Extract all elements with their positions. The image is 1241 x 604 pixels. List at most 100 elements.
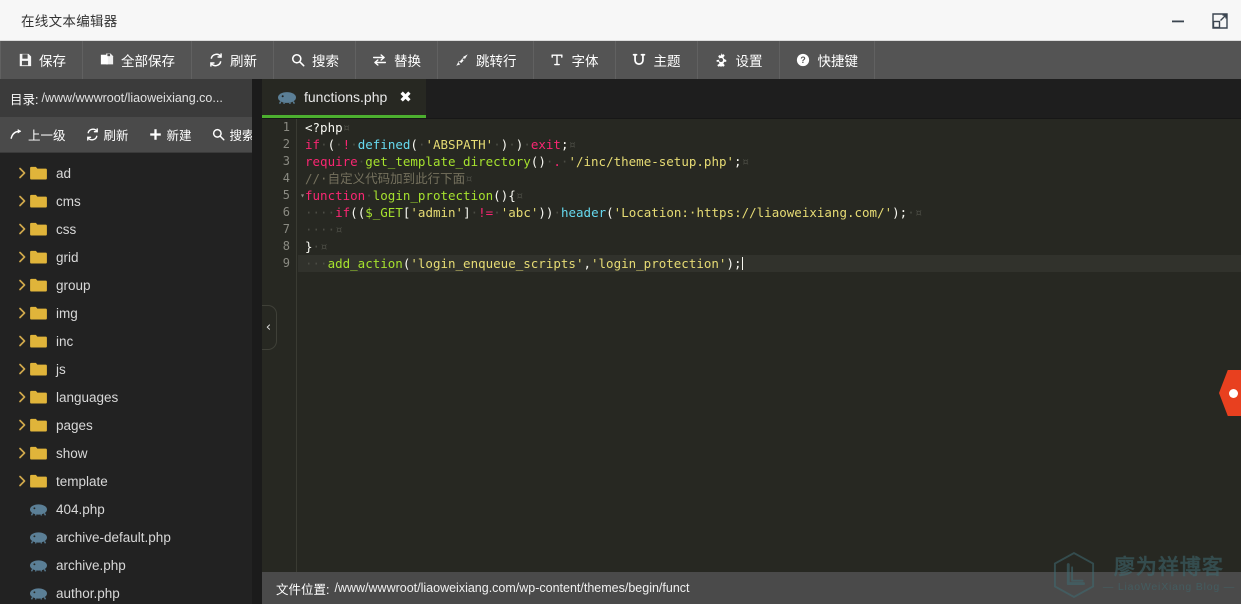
- tree-item-img[interactable]: img: [0, 299, 262, 327]
- folder-icon: [30, 194, 52, 208]
- chevron-right-icon[interactable]: [14, 419, 30, 431]
- tree-item-label: template: [56, 473, 108, 489]
- directory-path[interactable]: /www/wwwroot/liaoweixiang.co...: [41, 91, 222, 105]
- line-number: 5 ▾: [262, 187, 305, 204]
- tree-item-404-php[interactable]: 404.php: [0, 495, 262, 523]
- code-line-7: ····¤: [305, 222, 343, 237]
- tree-new-label: 新建: [166, 129, 192, 143]
- tree-item-label: inc: [56, 333, 74, 349]
- toolbar-replace-button[interactable]: 替换: [356, 41, 438, 79]
- tree-item-pages[interactable]: pages: [0, 411, 262, 439]
- folder-icon: [30, 446, 52, 460]
- tree-item-label: show: [56, 445, 88, 461]
- chevron-right-icon[interactable]: [14, 279, 30, 291]
- toolbar-font-button[interactable]: 字体: [534, 41, 616, 79]
- tree-item-author-php[interactable]: author.php: [0, 579, 262, 604]
- status-file-location-label: 文件位置:: [276, 582, 330, 597]
- line-number: 8: [282, 239, 290, 253]
- tree-item-label: js: [56, 361, 66, 377]
- tree-item-js[interactable]: js: [0, 355, 262, 383]
- toolbar-shortcuts-button[interactable]: ? 快捷键: [780, 41, 875, 79]
- save-icon: [17, 53, 32, 68]
- chevron-right-icon[interactable]: [14, 447, 30, 459]
- line-number: 2: [282, 137, 290, 151]
- tree-item-archive-php[interactable]: archive.php: [0, 551, 262, 579]
- chevron-right-icon[interactable]: [14, 307, 30, 319]
- text-caret: [741, 257, 743, 270]
- line-number-text: 5: [282, 188, 290, 202]
- window-controls: [1165, 0, 1233, 41]
- tree-item-template[interactable]: template: [0, 467, 262, 495]
- tree-item-cms[interactable]: cms: [0, 187, 262, 215]
- php-icon: [30, 503, 52, 516]
- tree-refresh-button[interactable]: 刷新: [76, 117, 139, 153]
- sidebar-collapse-toggle[interactable]: ‹: [262, 305, 277, 350]
- tree-item-label: cms: [56, 193, 81, 209]
- tab-label: functions.php: [304, 89, 388, 105]
- code-line-6: ····if(($_GET['admin']·!=·'abc'))·header…: [305, 205, 923, 220]
- php-icon: [278, 90, 296, 104]
- tree-item-languages[interactable]: languages: [0, 383, 262, 411]
- tree-item-grid[interactable]: grid: [0, 243, 262, 271]
- toolbar-save-label: 保存: [39, 54, 66, 69]
- chevron-right-icon[interactable]: [14, 335, 30, 347]
- tree-new-button[interactable]: 新建: [139, 117, 202, 153]
- folder-icon: [30, 278, 52, 292]
- toolbar-theme-button[interactable]: 主题: [616, 41, 698, 79]
- folder-icon: [30, 250, 52, 264]
- line-number: 9: [282, 256, 290, 270]
- chevron-right-icon[interactable]: [14, 251, 30, 263]
- folder-icon: [30, 474, 52, 488]
- line-number: 1: [282, 120, 290, 134]
- directory-label: 目录:: [10, 92, 39, 107]
- tree-search-label: 搜索: [229, 129, 255, 143]
- tab-functions-php[interactable]: functions.php ✖: [262, 79, 426, 118]
- editor-app: 在线文本编辑器 保存 全部保存 刷新 搜索 替换 跳转行 字体 主题 设置 ? …: [0, 0, 1241, 604]
- tree-item-css[interactable]: css: [0, 215, 262, 243]
- chevron-right-icon[interactable]: [14, 363, 30, 375]
- tree-item-group[interactable]: group: [0, 271, 262, 299]
- chevron-right-icon[interactable]: [14, 223, 30, 235]
- toolbar-refresh-button[interactable]: 刷新: [192, 41, 274, 79]
- toolbar-goto-line-button[interactable]: 跳转行: [438, 41, 534, 79]
- chevron-right-icon[interactable]: [14, 391, 30, 403]
- toolbar-save-button[interactable]: 保存: [0, 41, 83, 79]
- toolbar-save-all-button[interactable]: 全部保存: [83, 41, 192, 79]
- tree-up-level-label: 上一级: [28, 129, 66, 143]
- toolbar-font-label: 字体: [571, 54, 599, 69]
- toolbar-search-label: 搜索: [312, 54, 339, 69]
- maximize-button[interactable]: [1207, 8, 1233, 34]
- tree-item-inc[interactable]: inc: [0, 327, 262, 355]
- tree-item-archive-default-php[interactable]: archive-default.php: [0, 523, 262, 551]
- directory-bar: 目录: /www/wwwroot/liaoweixiang.co...: [0, 79, 262, 117]
- folder-icon: [30, 166, 52, 180]
- folder-icon: [30, 362, 52, 376]
- toolbar-settings-button[interactable]: 设置: [698, 41, 780, 79]
- tree-up-level-button[interactable]: 上一级: [0, 117, 76, 153]
- toolbar-settings-label: 设置: [735, 54, 763, 69]
- php-icon: [30, 587, 52, 600]
- toolbar-replace-label: 替换: [394, 54, 421, 69]
- window-title: 在线文本编辑器: [21, 14, 118, 29]
- toolbar-search-button[interactable]: 搜索: [274, 41, 356, 79]
- tree-item-show[interactable]: show: [0, 439, 262, 467]
- toolbar-save-all-label: 全部保存: [121, 54, 175, 69]
- chevron-right-icon[interactable]: [14, 195, 30, 207]
- search-icon: [212, 128, 225, 141]
- tree-item-label: languages: [56, 389, 119, 405]
- tree-item-ad[interactable]: ad: [0, 159, 262, 187]
- svg-text:?: ?: [800, 55, 805, 65]
- code-editor[interactable]: 1 2 3 4 5 ▾ 6 7 8 9 <?php¤ if·(·!·define…: [262, 119, 1241, 604]
- minimize-button[interactable]: [1165, 8, 1191, 34]
- file-tree[interactable]: ad cms css grid group img inc js languag…: [0, 153, 262, 604]
- line-number: 6: [282, 205, 290, 219]
- status-file-location-value: /www/wwwroot/liaoweixiang.com/wp-content…: [334, 581, 690, 595]
- sidebar-scrollbar-track[interactable]: [252, 79, 262, 604]
- chevron-right-icon[interactable]: [14, 167, 30, 179]
- tree-item-label: archive-default.php: [56, 529, 171, 545]
- chevron-right-icon[interactable]: [14, 475, 30, 487]
- toolbar-refresh-label: 刷新: [230, 54, 257, 69]
- close-icon[interactable]: ✖: [399, 90, 412, 105]
- code-content[interactable]: <?php¤ if·(·!·defined(·'ABSPATH'·)·)·exi…: [298, 119, 1241, 604]
- font-icon: [550, 53, 565, 68]
